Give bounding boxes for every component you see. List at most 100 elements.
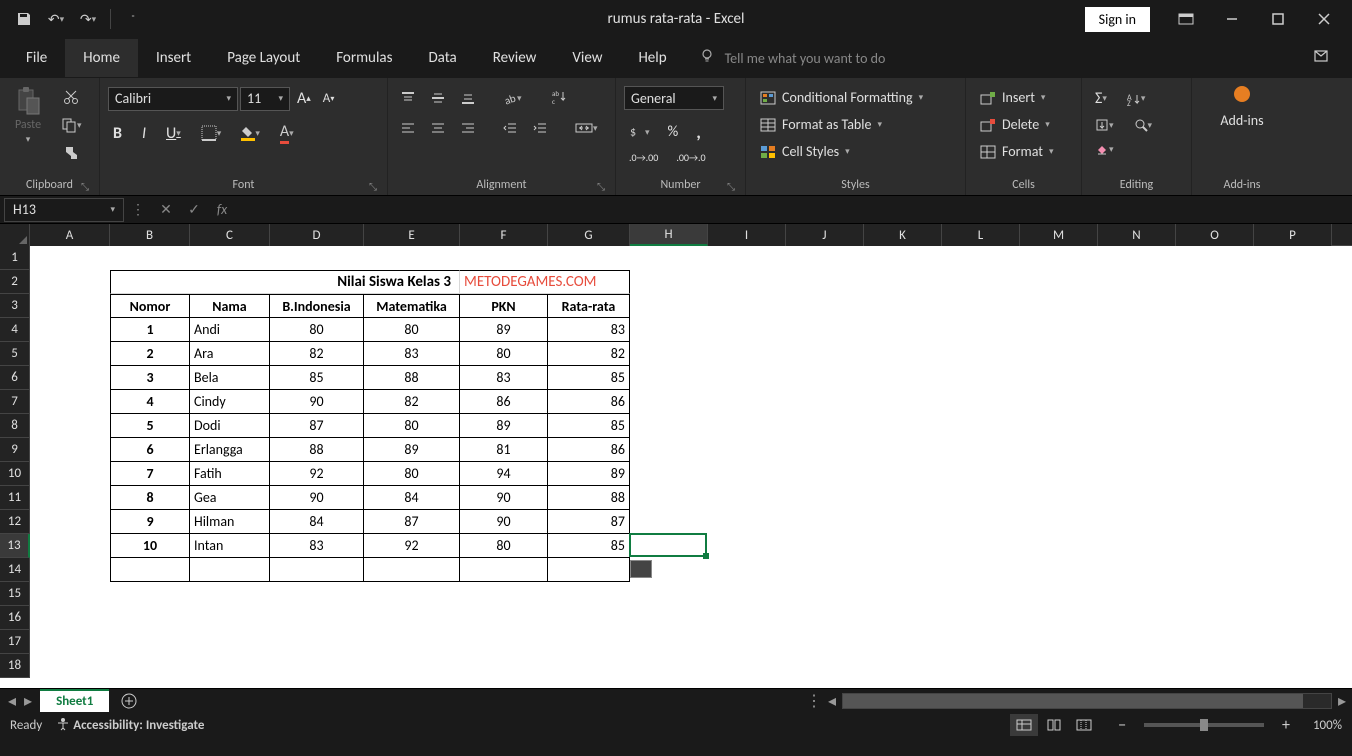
row-header-6[interactable]: 6 [0, 366, 30, 390]
col-header-P[interactable]: P [1254, 224, 1332, 246]
tab-page-layout[interactable]: Page Layout [209, 39, 318, 77]
cell[interactable]: 87 [548, 510, 630, 534]
cell[interactable]: 89 [364, 438, 460, 462]
conditional-formatting-button[interactable]: Conditional Formatting▾ [754, 86, 929, 109]
cell[interactable]: 83 [364, 342, 460, 366]
accessibility-status[interactable]: Accessibility: Investigate [56, 717, 204, 733]
normal-view-button[interactable] [1010, 714, 1038, 736]
cell[interactable]: 6 [110, 438, 190, 462]
name-box[interactable]: H13▾ [4, 198, 124, 222]
cell[interactable]: 90 [270, 390, 364, 414]
border-button[interactable]: ▾ [196, 122, 227, 144]
insert-cells-button[interactable]: Insert▾ [974, 86, 1051, 109]
align-middle-button[interactable] [426, 88, 450, 108]
col-header-A[interactable]: A [30, 224, 110, 246]
cell[interactable]: 85 [548, 366, 630, 390]
qat-customize[interactable]: ⁼ [119, 5, 147, 33]
cancel-formula-button[interactable]: ✕ [152, 198, 180, 222]
cell[interactable] [548, 558, 630, 582]
wrap-text-button[interactable]: abc [545, 86, 573, 110]
launcher-icon[interactable]: ⤡ [369, 180, 377, 193]
row-header-13[interactable]: 13 [0, 534, 30, 558]
cell[interactable]: Hilman [190, 510, 270, 534]
row-header-12[interactable]: 12 [0, 510, 30, 534]
increase-indent-button[interactable] [528, 118, 552, 138]
number-format-combo[interactable]: General▾ [624, 86, 724, 110]
format-painter-button[interactable] [56, 142, 87, 164]
row-header-10[interactable]: 10 [0, 462, 30, 486]
cell[interactable]: Ara [190, 342, 270, 366]
cell[interactable]: 80 [460, 534, 548, 558]
accounting-format-button[interactable]: $▾ [624, 122, 655, 142]
row-header-3[interactable]: 3 [0, 294, 30, 318]
cell[interactable]: Fatih [190, 462, 270, 486]
cell[interactable]: 81 [460, 438, 548, 462]
share-icon[interactable] [1294, 47, 1352, 69]
tab-file[interactable]: File [8, 39, 65, 77]
col-header-N[interactable]: N [1098, 224, 1176, 246]
cell[interactable] [190, 558, 270, 582]
cell[interactable]: Erlangga [190, 438, 270, 462]
cell[interactable]: Bela [190, 366, 270, 390]
fill-color-button[interactable]: ▾ [236, 123, 265, 144]
fill-button[interactable]: ▾ [1090, 115, 1119, 135]
hscroll-left[interactable]: ◂ [828, 691, 836, 711]
row-header-18[interactable]: 18 [0, 654, 30, 678]
horizontal-scrollbar[interactable] [842, 693, 1332, 709]
cell[interactable]: 80 [364, 318, 460, 342]
cell[interactable]: 84 [270, 510, 364, 534]
col-header-G[interactable]: G [548, 224, 630, 246]
decrease-decimal-button[interactable]: .00→.0 [671, 148, 710, 167]
paste-button[interactable]: Paste ▾ [8, 86, 48, 145]
cell[interactable] [270, 558, 364, 582]
decrease-font-button[interactable]: A▾ [318, 88, 340, 109]
increase-font-button[interactable]: A▴ [292, 86, 316, 111]
underline-button[interactable]: U▾ [161, 121, 186, 146]
tab-home[interactable]: Home [65, 39, 138, 77]
cell[interactable]: 83 [270, 534, 364, 558]
col-header-M[interactable]: M [1020, 224, 1098, 246]
col-header-L[interactable]: L [942, 224, 1020, 246]
cell[interactable]: Andi [190, 318, 270, 342]
hscroll-right[interactable]: ▸ [1338, 691, 1346, 711]
row-header-5[interactable]: 5 [0, 342, 30, 366]
cell[interactable] [364, 558, 460, 582]
cell[interactable]: 2 [110, 342, 190, 366]
zoom-slider[interactable] [1144, 723, 1264, 727]
sheet-tab-1[interactable]: Sheet1 [40, 689, 109, 712]
cell[interactable]: 82 [270, 342, 364, 366]
tell-me-search[interactable]: Tell me what you want to do [699, 48, 886, 68]
font-color-button[interactable]: A▾ [275, 119, 299, 147]
cell[interactable]: Nilai Siswa Kelas 3 [110, 270, 460, 294]
cell[interactable]: 7 [110, 462, 190, 486]
orientation-button[interactable]: ab▾ [498, 88, 527, 108]
decrease-indent-button[interactable] [498, 118, 522, 138]
sign-in-button[interactable]: Sign in [1085, 7, 1150, 32]
cell[interactable]: 85 [270, 366, 364, 390]
row-header-9[interactable]: 9 [0, 438, 30, 462]
close-button[interactable] [1302, 0, 1346, 38]
cell[interactable]: 5 [110, 414, 190, 438]
row-header-4[interactable]: 4 [0, 318, 30, 342]
cell[interactable]: 85 [548, 414, 630, 438]
autofill-options-button[interactable] [630, 560, 652, 578]
cell[interactable]: 90 [270, 486, 364, 510]
cell[interactable]: Matematika [364, 294, 460, 318]
font-size-combo[interactable]: 11▾ [240, 87, 290, 111]
cell[interactable]: Nomor [110, 294, 190, 318]
align-top-button[interactable] [396, 88, 420, 108]
align-center-button[interactable] [426, 118, 450, 138]
sheet-nav-prev[interactable]: ◂ [8, 691, 16, 711]
row-header-11[interactable]: 11 [0, 486, 30, 510]
cell[interactable] [110, 558, 190, 582]
maximize-button[interactable] [1256, 0, 1300, 38]
cell-grid[interactable]: Nilai Siswa Kelas 3METODEGAMES.COMNomorN… [30, 246, 1352, 688]
col-header-B[interactable]: B [110, 224, 190, 246]
cell[interactable]: Dodi [190, 414, 270, 438]
row-header-8[interactable]: 8 [0, 414, 30, 438]
cell[interactable]: 80 [364, 414, 460, 438]
tab-data[interactable]: Data [410, 39, 474, 77]
enter-formula-button[interactable]: ✓ [180, 198, 208, 222]
cell[interactable]: 84 [364, 486, 460, 510]
comma-format-button[interactable]: , [691, 118, 706, 146]
